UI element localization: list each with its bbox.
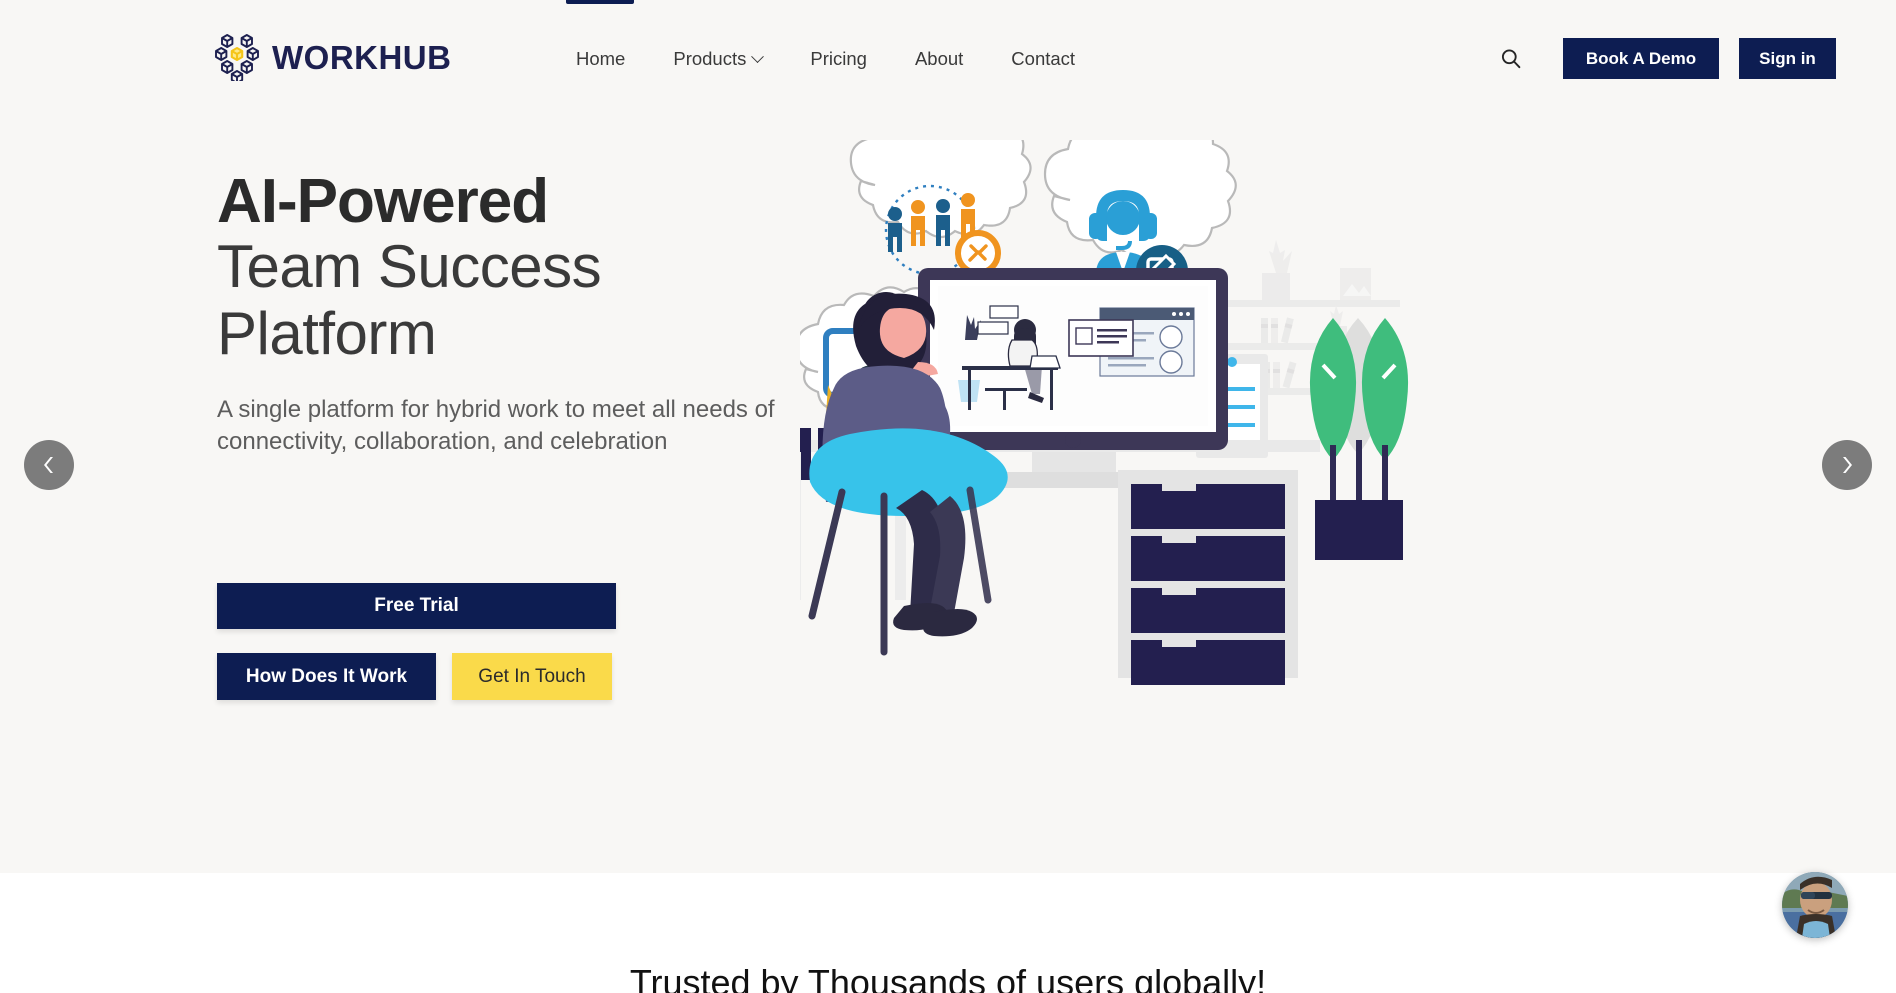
chevron-right-icon [1843,457,1852,473]
nav-label: Pricing [810,48,867,69]
nav-link-products[interactable]: Products [649,48,786,70]
drawer-cabinet-icon [1118,470,1298,685]
carousel-next-button[interactable] [1822,440,1872,490]
nav-label: Contact [1011,48,1076,69]
carousel-prev-button[interactable] [24,440,74,490]
hero-text-block: AI-Powered Team Success Platform A singl… [217,170,837,459]
nav-label: Products [673,48,747,69]
navbar: WORKHUB Home Products Pricing About Cont… [0,0,1896,110]
nav-link-contact[interactable]: Contact [987,48,1099,70]
main-navigation: Home Products Pricing About Contact [552,48,1099,70]
get-in-touch-button[interactable]: Get In Touch [452,653,612,700]
hero-subtext: A single platform for hybrid work to mee… [217,395,775,456]
book-demo-button[interactable]: Book A Demo [1563,38,1719,79]
hero-illustration [800,140,1409,685]
how-does-it-work-button[interactable]: How Does It Work [217,653,436,700]
thought-bubble-team [849,140,1032,276]
chevron-down-icon [751,49,765,63]
search-button[interactable] [1491,39,1531,79]
nav-link-pricing[interactable]: Pricing [786,48,891,70]
leafy-plant-icon [1309,318,1409,560]
secondary-cta-row: How Does It Work Get In Touch [217,653,616,700]
hero-heading-bold: AI-Powered [217,167,549,236]
page-root: WORKHUB Home Products Pricing About Cont… [0,0,1896,993]
nav-label: Home [576,48,626,69]
chevron-left-icon [44,457,53,473]
search-icon [1501,48,1521,68]
nav-link-about[interactable]: About [891,48,987,70]
nav-label: About [914,48,964,69]
cube-cluster-logo-icon [215,34,259,81]
nav-link-home[interactable]: Home [552,48,649,70]
hero-heading-line3: Platform [217,300,437,368]
hero-heading-line2: Team Success [217,233,602,301]
hero-cta-group: Free Trial How Does It Work Get In Touch [217,583,616,700]
support-agent-avatar[interactable] [1782,872,1848,938]
brand-name: WORKHUB [272,38,452,76]
navbar-actions: Book A Demo Sign in [1491,38,1896,79]
trusted-headline: Trusted by Thousands of users globally! [629,962,1267,993]
sign-in-button[interactable]: Sign in [1739,38,1836,79]
brand-logo[interactable]: WORKHUB [214,33,451,81]
free-trial-button[interactable]: Free Trial [217,583,616,629]
avatar [1782,872,1848,938]
